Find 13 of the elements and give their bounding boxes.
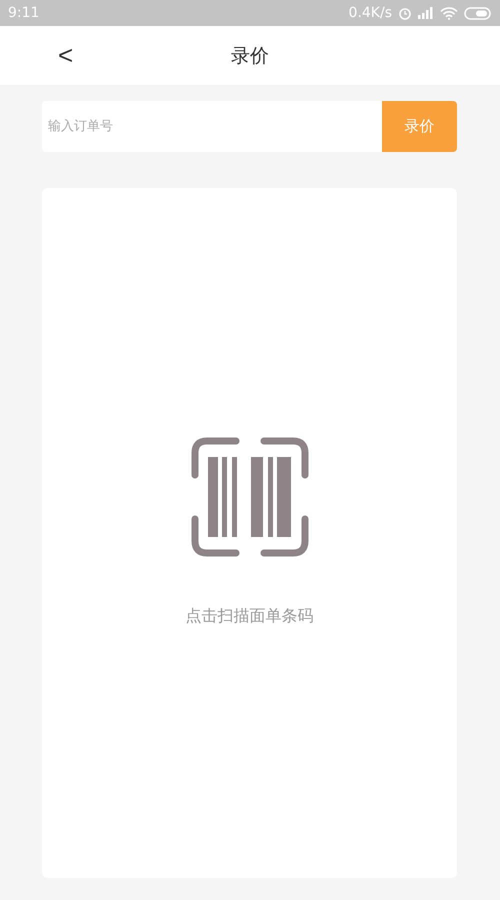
order-number-field[interactable]: 输入订单号 [42, 101, 382, 152]
barcode-scan-icon[interactable] [190, 437, 308, 557]
battery-icon [464, 6, 492, 20]
submit-price-button[interactable]: 录价 [382, 101, 457, 152]
network-speed: 0.4K/s [348, 5, 392, 21]
back-button[interactable]: < [52, 40, 80, 70]
scan-card[interactable]: 点击扫描面单条码 [42, 188, 457, 878]
page-title: 录价 [231, 44, 269, 68]
alarm-icon [398, 6, 412, 20]
scan-hint: 点击扫描面单条码 [186, 606, 314, 627]
wifi-icon [440, 6, 458, 20]
signal-icon [418, 7, 434, 19]
status-time: 9:11 [8, 5, 40, 21]
